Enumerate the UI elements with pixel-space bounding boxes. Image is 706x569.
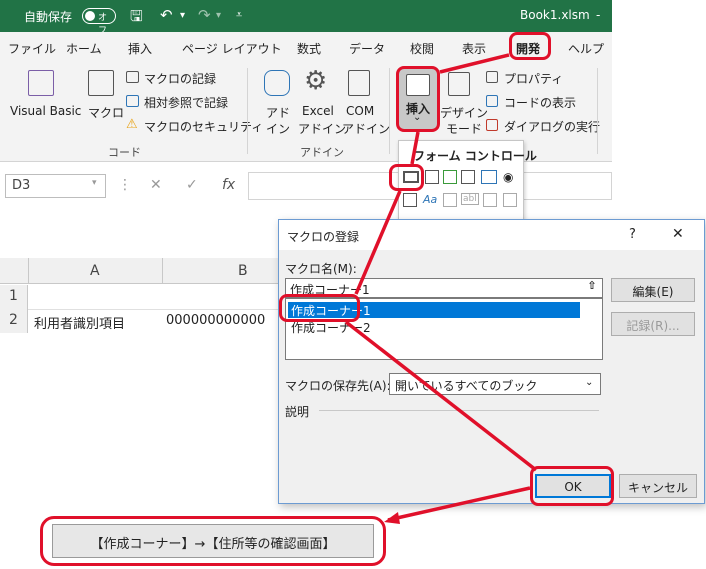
- annotation-arrows: [344, 53, 538, 524]
- arrow-line: [439, 53, 510, 74]
- arrow-line: [354, 190, 402, 295]
- arrow-line: [344, 320, 538, 472]
- arrow-head: [384, 512, 400, 524]
- arrow-line: [387, 486, 531, 522]
- arrow-line: [410, 131, 420, 165]
